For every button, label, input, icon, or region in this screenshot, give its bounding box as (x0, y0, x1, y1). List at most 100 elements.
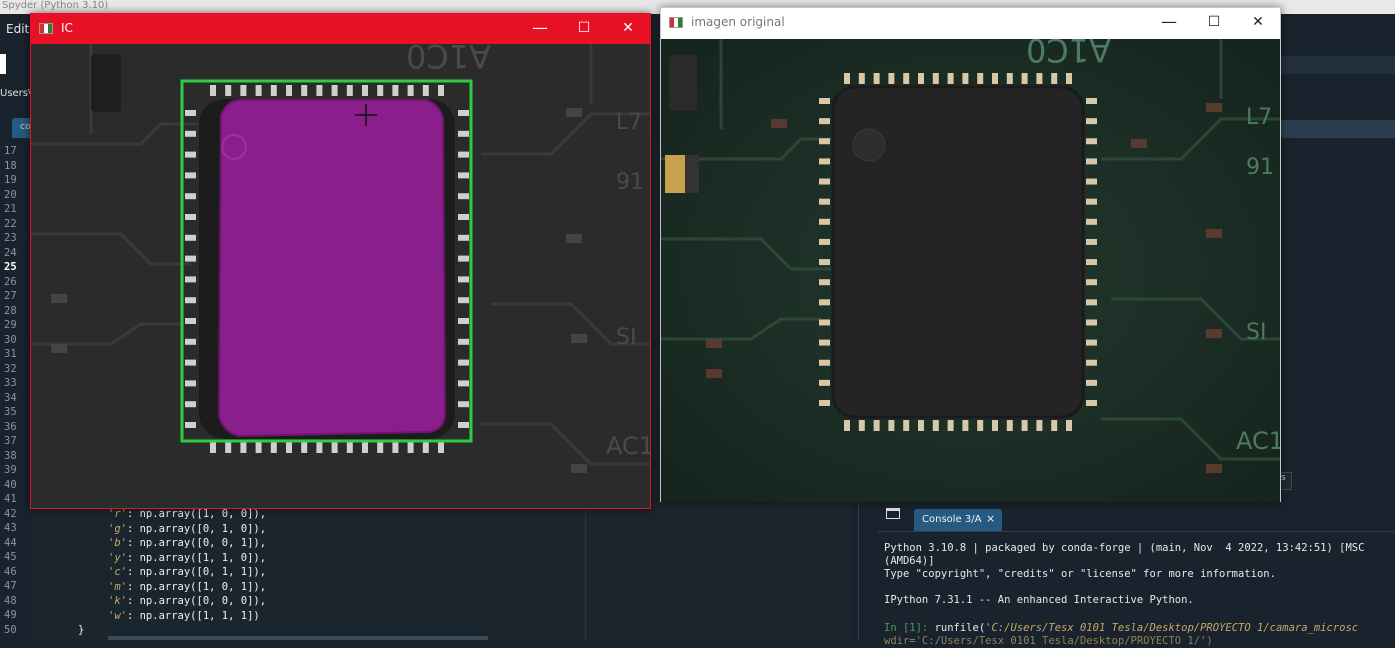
line-number: 29 (4, 319, 17, 331)
code-string-key: 'y' (108, 551, 127, 564)
console-menu-icon[interactable] (886, 508, 900, 519)
line-number: 34 (4, 391, 17, 404)
line-number: 20 (4, 188, 17, 201)
ic-detection-photo: A1C0 L7 91 SI AC1A (31, 44, 650, 508)
code-string-key: 'm' (108, 580, 127, 593)
console-tab-close-icon[interactable]: × (986, 512, 995, 525)
console-tab-label: Console 3/A (922, 514, 982, 525)
line-number: 27 (4, 290, 17, 302)
editor-split-line (585, 505, 586, 640)
code-value: : np.array([0, 1, 1]), (126, 566, 267, 578)
maximize-button[interactable]: ☐ (561, 14, 607, 44)
code-string-key: 'b' (108, 537, 127, 549)
toolbar-button[interactable] (0, 54, 6, 74)
code-line: 'm': np.array([1, 0, 1]), (108, 580, 266, 594)
code-string-key: 'r' (108, 508, 127, 520)
ic-window[interactable]: IC — ☐ ✕ A1C0 L7 91 SI AC1A (30, 13, 651, 509)
path-breadcrumb[interactable]: Users\ (0, 88, 31, 99)
code-string-key: 'g' (108, 522, 127, 535)
console-line: Python 3.10.8 | packaged by conda-forge … (884, 542, 1365, 554)
line-number: 35 (4, 406, 17, 418)
right-pane-tab[interactable]: s (1280, 472, 1292, 490)
minimize-button[interactable]: — (1146, 8, 1192, 38)
code-value: : np.array([1, 1, 0]), (126, 551, 267, 564)
close-button[interactable]: ✕ (1235, 8, 1281, 38)
line-number: 50 (4, 623, 17, 636)
line-number: 46 (4, 565, 17, 578)
right-pane-toolbar (1280, 56, 1395, 74)
line-number: 42 (4, 507, 17, 520)
line-number: 49 (4, 609, 17, 621)
console-wdir-line: wdir='C:/Users/Tesx 0101 Tesla/Desktop/P… (884, 635, 1213, 647)
menu-edit[interactable]: Edit (6, 22, 29, 36)
console-line: IPython 7.31.1 -- An enhanced Interactiv… (884, 594, 1194, 606)
imagen-original-titlebar[interactable]: imagen original — ☐ ✕ (661, 8, 1280, 39)
code-closing-brace: } (78, 624, 85, 636)
maximize-button[interactable]: ☐ (1191, 8, 1237, 38)
code-value: : np.array([1, 0, 1]), (126, 580, 267, 593)
opencv-app-icon (39, 23, 53, 34)
ic-segmentation-mask (217, 99, 447, 438)
line-number: 17 (4, 145, 17, 157)
code-line: 'k': np.array([0, 0, 0]), (108, 594, 266, 608)
line-number: 22 (4, 217, 17, 230)
line-number: 21 (4, 203, 17, 215)
minimize-button[interactable]: — (517, 14, 563, 44)
line-number: 26 (4, 275, 17, 288)
code-line: 'y': np.array([1, 1, 0]), (108, 551, 266, 565)
ic-titlebar[interactable]: IC — ☐ ✕ (31, 14, 650, 44)
line-number: 32 (4, 362, 17, 375)
line-number: 25 (4, 261, 17, 273)
code-value: : np.array([1, 1, 1]) (126, 609, 260, 622)
line-number-gutter: 17 18 19 20 21 22 23 24 25 26 27 28 29 30 31 32 33 34 35 36… (0, 140, 32, 640)
line-number: 28 (4, 304, 17, 317)
console-prompt-line: In [1]: runfile('C:/Users/Tesx 0101 Tesl… (884, 622, 1358, 635)
close-button[interactable]: ✕ (605, 14, 651, 44)
code-value: : np.array([1, 0, 0]), (126, 508, 267, 520)
line-number: 33 (4, 377, 17, 389)
svg-text:SI: SI (616, 325, 636, 350)
console-prompt: In [1]: (884, 622, 935, 634)
code-string-key: 'c' (108, 566, 127, 578)
code-line: 'b': np.array([0, 0, 1]), (108, 536, 266, 550)
line-number: 24 (4, 246, 17, 259)
code-line: 'w': np.array([1, 1, 1]) (108, 609, 260, 623)
code-line-partial (108, 636, 488, 640)
line-number: 30 (4, 333, 17, 346)
line-number: 37 (4, 435, 17, 447)
line-number: 38 (4, 449, 17, 462)
pcb-photo: A1C0 L7 91 SI AC1A (661, 39, 1280, 502)
right-pane-tab-label: s (1281, 473, 1286, 483)
opencv-app-icon (669, 17, 683, 28)
ic-detection-image[interactable]: A1C0 L7 91 SI AC1A (31, 44, 650, 508)
svg-text:91: 91 (1246, 155, 1274, 180)
svg-text:SI: SI (1246, 320, 1266, 345)
line-number: 18 (4, 159, 17, 172)
line-number: 40 (4, 478, 17, 491)
svg-text:A1C0: A1C0 (406, 44, 491, 75)
console-command-arg: 'C:/Users/Tesx 0101 Tesla/Desktop/PROYEC… (985, 622, 1359, 634)
svg-text:L7: L7 (1246, 105, 1272, 130)
code-value: : np.array([0, 1, 0]), (126, 522, 267, 535)
original-pcb-image[interactable]: A1C0 L7 91 SI AC1A (661, 39, 1280, 502)
code-string-key: 'w' (108, 609, 127, 622)
line-number: 43 (4, 522, 17, 534)
line-number: 36 (4, 420, 17, 433)
console-line: (AMD64)] (884, 555, 935, 567)
code-value: : np.array([0, 0, 0]), (126, 595, 267, 607)
window-title: IC (61, 21, 73, 35)
window-title: imagen original (691, 15, 785, 29)
line-number: 31 (4, 348, 17, 360)
line-number: 39 (4, 464, 17, 476)
imagen-original-window[interactable]: imagen original — ☐ ✕ A1C0 L7 91 SI AC1 (660, 7, 1281, 502)
svg-text:91: 91 (616, 170, 644, 195)
line-number: 45 (4, 551, 17, 563)
svg-text:AC1A: AC1A (1236, 427, 1280, 455)
line-number: 48 (4, 594, 17, 607)
spyder-title: Spyder (Python 3.10) (2, 0, 109, 11)
svg-text:A1C0: A1C0 (1026, 39, 1111, 69)
console-tab[interactable]: Console 3/A × (914, 509, 1002, 531)
console-line: Type "copyright", "credits" or "license"… (884, 568, 1276, 580)
line-number: 44 (4, 536, 17, 549)
line-number: 41 (4, 493, 17, 505)
